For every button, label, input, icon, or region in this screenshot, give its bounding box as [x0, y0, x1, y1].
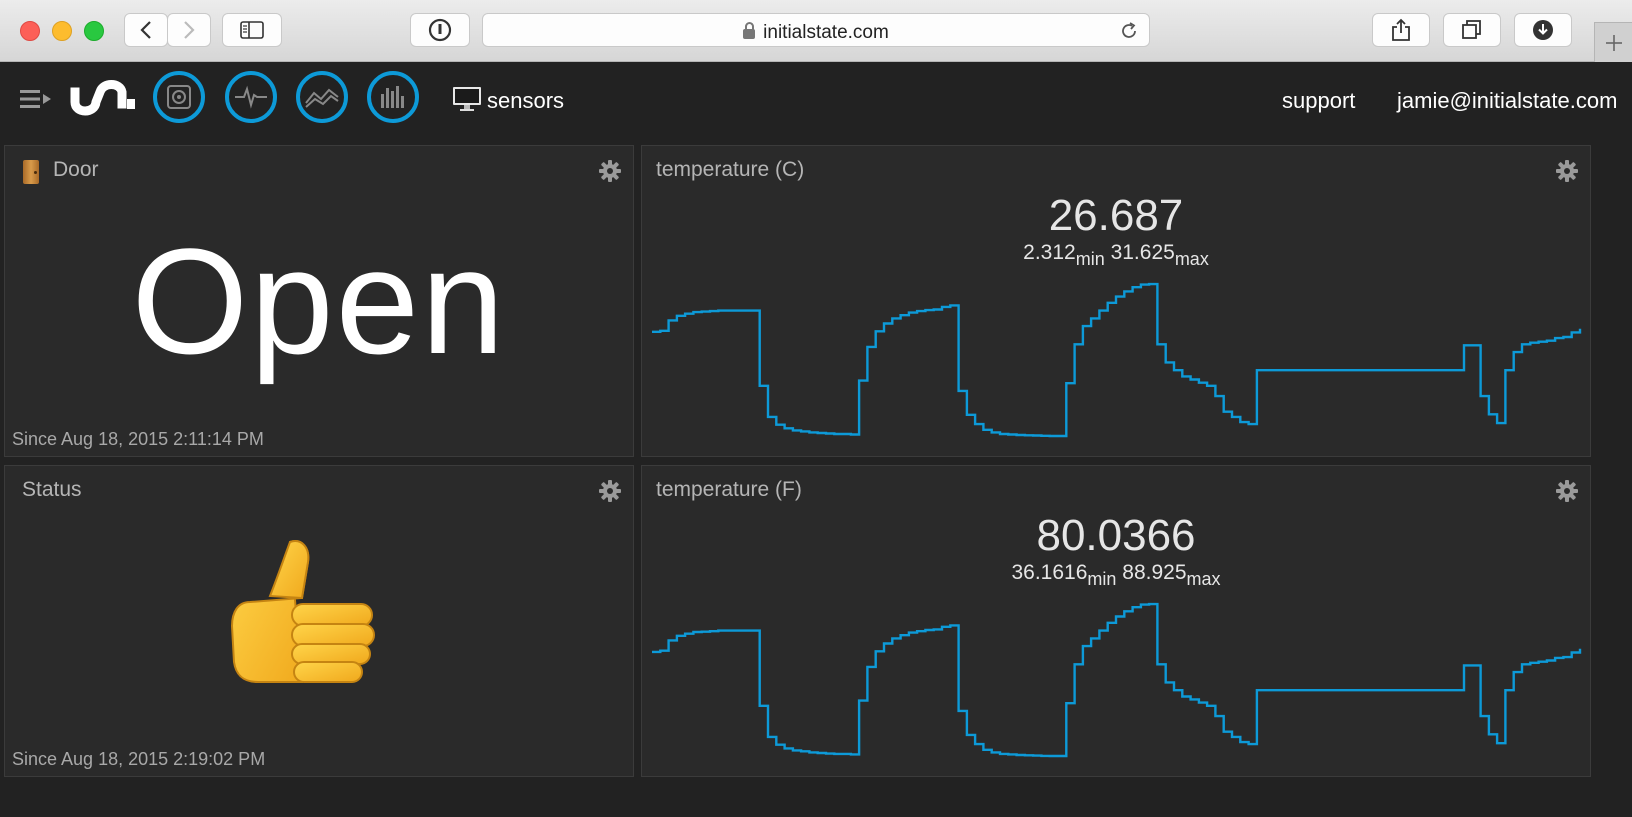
door-tile: Door Open Since Aug 18, 2015 2:11:14 PM	[4, 145, 634, 457]
max-value: 88.925	[1122, 561, 1187, 584]
nav-bars-button[interactable]	[367, 71, 419, 123]
download-icon	[1533, 20, 1553, 40]
password-manager-button[interactable]	[410, 13, 470, 47]
nav-signal-button[interactable]	[153, 71, 205, 123]
tabs-icon	[1462, 20, 1481, 39]
current-value: 26.687	[1048, 191, 1184, 240]
new-tab-button[interactable]	[1594, 22, 1632, 62]
tile-title: temperature (F)	[656, 478, 802, 501]
bar-chart-icon	[381, 86, 404, 108]
gear-icon[interactable]	[599, 480, 621, 502]
since-timestamp: Since Aug 18, 2015 2:11:14 PM	[12, 429, 264, 449]
share-icon	[1392, 18, 1410, 41]
sidebar-toggle-button[interactable]	[222, 13, 282, 47]
forward-button[interactable]	[167, 13, 211, 47]
gear-icon[interactable]	[599, 160, 621, 182]
thumbs-up-icon	[230, 540, 375, 683]
monitor-icon	[453, 87, 481, 111]
door-state-value: Open	[131, 217, 507, 385]
bucket-name[interactable]: sensors	[487, 88, 564, 114]
support-link[interactable]: support	[1282, 88, 1355, 114]
gear-icon[interactable]	[1556, 160, 1578, 182]
max-value: 31.625	[1110, 241, 1175, 264]
downloads-button[interactable]	[1514, 13, 1572, 47]
series-line	[652, 602, 1582, 758]
minimize-window-button[interactable]	[52, 21, 72, 41]
temperature-f-tile: temperature (F) 80.0366 36.1616min 88.92…	[641, 465, 1591, 777]
tile-title: temperature (C)	[656, 158, 805, 181]
door-icon	[23, 160, 39, 184]
user-email-link[interactable]: jamie@initialstate.com	[1397, 88, 1617, 114]
app-header: sensors support jamie@initialstate.com	[0, 62, 1632, 140]
min-value: 36.1616	[1011, 561, 1088, 584]
initial-state-logo[interactable]	[70, 76, 140, 122]
url-text: initialstate.com	[763, 22, 889, 43]
zoom-window-button[interactable]	[84, 21, 104, 41]
temperature-f-chart	[652, 602, 1582, 758]
share-button[interactable]	[1372, 13, 1430, 47]
temperature-c-chart	[652, 282, 1582, 438]
signal-icon	[167, 85, 191, 109]
chevron-left-icon	[140, 21, 151, 39]
keyhole-icon	[428, 18, 452, 42]
nav-waves-button[interactable]	[225, 71, 277, 123]
menu-icon[interactable]	[20, 88, 52, 110]
waveform-icon	[235, 85, 267, 109]
min-value: 2.312	[1023, 241, 1076, 264]
tile-title: Door	[53, 158, 99, 181]
current-value: 80.0366	[1036, 511, 1196, 560]
status-tile: Status Since Aug 18, 2015 2:19:02 PM	[4, 465, 634, 777]
plus-icon	[1605, 34, 1622, 51]
since-timestamp: Since Aug 18, 2015 2:19:02 PM	[12, 749, 266, 769]
sidebar-icon	[240, 21, 264, 39]
temperature-c-tile: temperature (C) 26.687 2.312min 31.625ma…	[641, 145, 1591, 457]
tile-title: Status	[22, 478, 82, 501]
gear-icon[interactable]	[1556, 480, 1578, 502]
close-window-button[interactable]	[20, 21, 40, 41]
chevron-right-icon	[184, 21, 195, 39]
series-line	[652, 282, 1582, 438]
browser-toolbar: initialstate.com	[0, 0, 1632, 62]
reload-icon[interactable]	[1119, 21, 1139, 41]
nav-lines-button[interactable]	[296, 71, 348, 123]
tabs-overview-button[interactable]	[1443, 13, 1501, 47]
back-button[interactable]	[124, 13, 168, 47]
line-chart-icon	[305, 88, 339, 108]
lock-icon	[743, 22, 756, 39]
address-bar[interactable]: initialstate.com	[482, 13, 1150, 47]
